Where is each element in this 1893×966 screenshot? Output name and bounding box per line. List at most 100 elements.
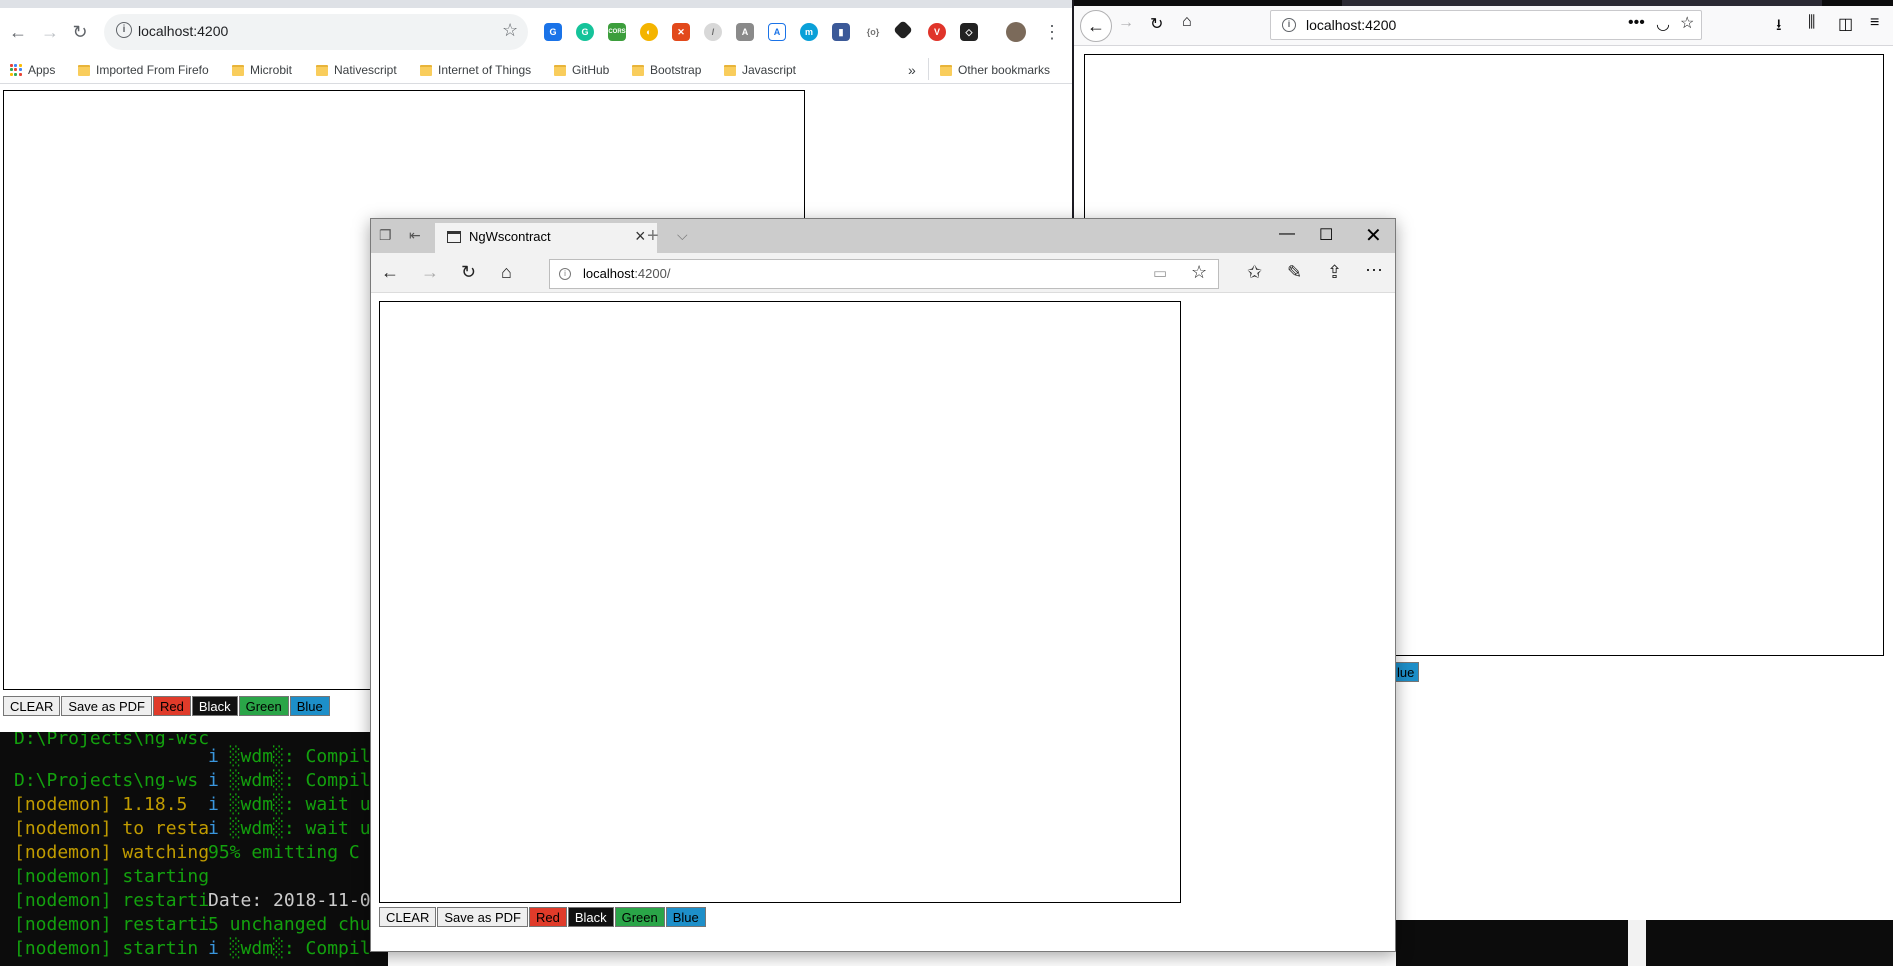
bookmark-label: Microbit — [250, 63, 293, 77]
bookmark-nativescript[interactable]: Nativescript — [316, 60, 397, 80]
forward-arrow-icon[interactable]: → — [36, 18, 64, 46]
signature-canvas[interactable] — [379, 301, 1181, 903]
reload-icon[interactable]: ↻ — [1150, 14, 1163, 34]
back-arrow-icon[interactable]: ← — [1080, 10, 1112, 42]
color-picker-extension-icon[interactable]: ◐ — [640, 23, 658, 41]
bookmark-star-icon[interactable]: ☆ — [1680, 13, 1694, 33]
terminal-line: i ░wdm░: wait u — [208, 794, 371, 815]
chrome-tab-strip — [0, 0, 1072, 8]
quill-extension-icon[interactable]: / — [704, 23, 722, 41]
red-color-button[interactable]: Red — [528, 907, 567, 927]
background-gap — [1628, 920, 1646, 966]
terminal-webpack[interactable]: i ░wdm░: Compil i ░wdm░: Compil i ░wdm░:… — [208, 732, 388, 966]
reload-icon[interactable]: ↻ — [461, 262, 476, 283]
back-arrow-icon[interactable]: ← — [4, 18, 32, 46]
grammarly-extension-icon[interactable]: G — [576, 23, 594, 41]
web-note-icon[interactable]: ✎ — [1287, 262, 1302, 283]
firefox-menu-icon[interactable]: ≡ — [1870, 14, 1879, 32]
clear-button[interactable]: CLEAR — [379, 907, 437, 927]
home-icon[interactable]: ⌂ — [501, 262, 512, 283]
bookmark-star-icon[interactable]: ☆ — [502, 20, 518, 41]
bookmark-label: Bootstrap — [650, 63, 702, 77]
minimize-icon[interactable]: — — [1279, 225, 1295, 243]
library-icon[interactable]: ⫼ — [1808, 14, 1815, 32]
chrome-menu-icon[interactable]: ⋮ — [1038, 18, 1066, 46]
reading-view-icon[interactable]: ▭ — [1153, 264, 1167, 282]
favorite-star-icon[interactable]: ☆ — [1191, 262, 1207, 283]
diamond-extension-icon[interactable]: ◇ — [960, 23, 978, 41]
bookmark-label: Nativescript — [334, 63, 397, 77]
metamask-extension-icon[interactable]: ✕ — [672, 23, 690, 41]
edge-tab-title: NgWscontract — [469, 229, 551, 244]
bookmark-other[interactable]: Other bookmarks — [940, 60, 1050, 80]
angular-extension-icon[interactable]: A — [736, 23, 754, 41]
downloads-icon[interactable]: ⭳ — [1776, 14, 1782, 41]
clear-button[interactable]: CLEAR — [3, 696, 61, 716]
folder-icon — [940, 64, 952, 76]
blue-color-button[interactable]: lue — [1394, 662, 1420, 682]
vue-extension-icon[interactable]: V — [928, 23, 946, 41]
avatar[interactable] — [1006, 22, 1026, 42]
chevron-down-icon[interactable]: ⌵ — [677, 227, 688, 244]
edge-window: ❐ ⇤ NgWscontract × + ⌵ — ☐ ✕ ← → ↻ ⌂ i l… — [370, 218, 1396, 952]
signature-toolbar: CLEAR Save as PDF Red Black Green Blue — [379, 907, 706, 927]
folder-icon — [78, 64, 90, 76]
maximize-icon[interactable]: ☐ — [1319, 225, 1333, 245]
back-arrow-icon[interactable]: ← — [381, 262, 399, 283]
set-aside-tabs-icon[interactable]: ⇤ — [409, 227, 421, 244]
more-icon[interactable]: ⋯ — [1365, 260, 1383, 281]
accessibility-extension-icon[interactable]: A — [768, 23, 786, 41]
forward-arrow-icon[interactable]: → — [1118, 14, 1134, 32]
folder-icon — [232, 64, 244, 76]
bookmark-javascript[interactable]: Javascript — [724, 60, 796, 80]
info-icon[interactable]: i — [559, 268, 571, 280]
blue-color-button[interactable]: Blue — [665, 907, 706, 927]
favorites-hub-icon[interactable]: ✩ — [1247, 262, 1262, 283]
close-tab-icon[interactable]: × — [635, 226, 646, 247]
react-devtools-extension-icon[interactable]: ▮ — [832, 23, 850, 41]
info-icon[interactable]: i — [116, 22, 132, 38]
info-icon[interactable]: i — [1282, 18, 1296, 32]
green-color-button[interactable]: Green — [614, 907, 665, 927]
pocket-icon[interactable]: ◡ — [1656, 14, 1670, 34]
bookmark-label: Internet of Things — [438, 63, 532, 77]
m-extension-icon[interactable]: m — [800, 23, 818, 41]
green-color-button[interactable]: Green — [238, 696, 289, 716]
red-color-button[interactable]: Red — [152, 696, 191, 716]
chrome-url-text: localhost:4200 — [138, 23, 229, 39]
bookmark-bootstrap[interactable]: Bootstrap — [632, 60, 701, 80]
terminal-line: i ░wdm░: wait u — [208, 818, 371, 839]
terminal-line: i ░wdm░: Compil — [208, 770, 371, 791]
sidebar-icon[interactable]: ◫ — [1838, 14, 1853, 34]
firefox-url-text: localhost:4200 — [1306, 17, 1397, 33]
new-tab-icon[interactable]: + — [647, 225, 659, 248]
close-window-icon[interactable]: ✕ — [1365, 223, 1382, 248]
bookmark-iot[interactable]: Internet of Things — [420, 60, 531, 80]
save-pdf-button[interactable]: Save as PDF — [61, 696, 152, 716]
bookmark-microbit[interactable]: Microbit — [232, 60, 292, 80]
bookmark-label: Other bookmarks — [958, 63, 1051, 77]
folder-icon — [632, 64, 644, 76]
bookmarks-divider — [928, 58, 929, 80]
json-extension-icon[interactable]: {o} — [864, 23, 882, 41]
save-pdf-button[interactable]: Save as PDF — [437, 907, 528, 927]
forward-arrow-icon[interactable]: → — [421, 262, 439, 283]
edge-url-text: localhost:4200/ — [583, 266, 671, 281]
cors-extension-icon[interactable]: CORS — [608, 23, 626, 41]
black-color-button[interactable]: Black — [191, 696, 238, 716]
home-icon[interactable]: ⌂ — [1182, 13, 1192, 31]
blue-color-button[interactable]: Blue — [289, 696, 330, 716]
tab-preview-icon[interactable]: ❐ — [379, 227, 392, 244]
page-actions-icon[interactable]: ••• — [1628, 14, 1645, 32]
bookmark-imported[interactable]: Imported From Firefo — [78, 60, 214, 80]
bookmarks-overflow-icon[interactable]: » — [908, 60, 916, 80]
reload-icon[interactable]: ↻ — [66, 18, 94, 46]
black-color-button[interactable]: Black — [567, 907, 614, 927]
share-icon[interactable]: ⇪ — [1327, 262, 1342, 283]
bookmark-apps[interactable]: Apps — [10, 60, 55, 80]
bookmark-label: GitHub — [572, 63, 610, 77]
translate-extension-icon[interactable]: G — [544, 23, 562, 41]
terminal-line: Date: 2018-11-0 — [208, 890, 371, 911]
terminal-line: [nodemon] 1.18.5 — [14, 794, 188, 815]
bookmark-github[interactable]: GitHub — [554, 60, 609, 80]
